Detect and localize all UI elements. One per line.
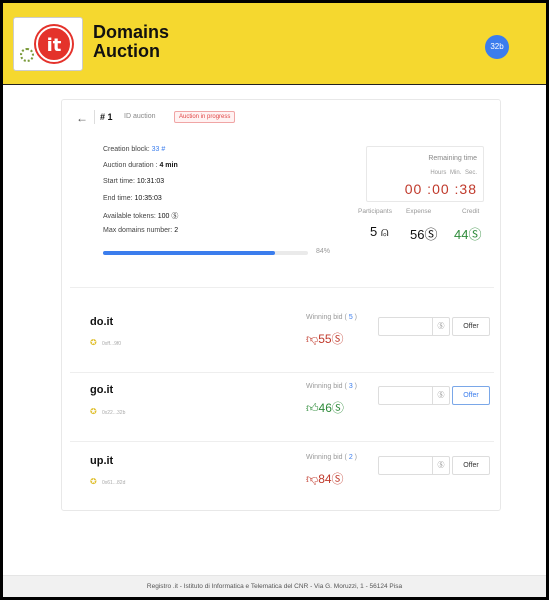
participants-label: Participants <box>358 208 392 215</box>
logo-it-mark: it <box>36 26 72 62</box>
credit-value: 44Ⓢ <box>454 227 482 242</box>
owner-crown-icon: ✪ <box>90 338 97 347</box>
winning-bid-label: Winning bid ( 3 ) <box>306 383 357 390</box>
status-badge: Auction in progress <box>174 111 236 123</box>
bid-count: 3 <box>348 383 353 390</box>
max-domains-value: 2 <box>174 227 179 234</box>
owner-crown-icon: ✪ <box>90 407 97 416</box>
logo-dots-icon <box>20 48 34 62</box>
creation-block-link[interactable]: 33 # <box>152 146 166 153</box>
expense-value: 56Ⓢ <box>410 227 438 242</box>
bid-amount: 84Ⓢ <box>318 472 344 486</box>
remaining-time-title: Remaining time <box>428 155 477 162</box>
winning-bid-value: 👎︎55Ⓢ <box>306 330 344 347</box>
progress-fill <box>103 251 276 255</box>
auction-progress-bar <box>103 251 308 255</box>
winning-bid-label: Winning bid ( 2 ) <box>306 454 357 461</box>
app-title-line1: Domains <box>93 22 170 42</box>
offer-button[interactable]: Offer <box>452 317 490 336</box>
winning-bid-text: Winning bid ( <box>306 454 347 461</box>
remaining-time-clock: 00 :00 :38 <box>404 181 477 197</box>
duration-value: 4 min <box>159 162 178 169</box>
winning-bid-text: Winning bid ( <box>306 314 347 321</box>
offer-button[interactable]: Offer <box>452 386 490 405</box>
participants-value: 5 ⍝ <box>370 224 389 239</box>
currency-icon: Ⓢ <box>432 387 449 404</box>
tokens-row: Available tokens: 100 Ⓢ <box>103 211 178 221</box>
page-footer: Registro .it - Istituto di Informatica e… <box>3 575 546 597</box>
user-avatar-badge[interactable]: 32b <box>485 35 509 59</box>
start-time-label: Start time: <box>103 178 135 185</box>
creation-block-label: Creation block: <box>103 146 150 153</box>
start-time-value: 10:31:03 <box>136 178 165 185</box>
end-time-row: End time: 10:35:03 <box>103 195 162 202</box>
app-window: it Domains Auction 32b ← # 1 ID auction … <box>3 3 546 597</box>
tokens-value: 100 Ⓢ <box>157 213 179 220</box>
progress-percent: 84% <box>316 248 331 255</box>
owner-address: 0xff...9f0 <box>102 341 122 347</box>
bid-input[interactable]: Ⓢ <box>378 317 450 336</box>
bid-amount: 55Ⓢ <box>318 332 344 346</box>
start-time-row: Start time: 10:31:03 <box>103 178 164 185</box>
bid-input[interactable]: Ⓢ <box>378 456 450 475</box>
thumb-down-icon: 👎︎ <box>306 472 319 486</box>
tokens-label: Available tokens: <box>103 213 156 220</box>
auction-id-label: ID auction <box>124 113 156 120</box>
section-divider <box>70 287 494 288</box>
winning-bid-label: Winning bid ( 5 ) <box>306 314 357 321</box>
back-arrow-icon[interactable]: ← <box>76 111 88 125</box>
auction-number: # 1 <box>100 112 113 122</box>
max-domains-row: Max domains number: 2 <box>103 227 178 234</box>
end-time-value: 10:35:03 <box>134 195 162 202</box>
remaining-time-box: Remaining time Hours Min. Sec. 00 :00 :3… <box>366 146 484 202</box>
winning-bid-text: Winning bid ( <box>306 383 347 390</box>
duration-label: Auction duration : <box>103 162 158 169</box>
bid-amount: 46Ⓢ <box>318 401 344 415</box>
owner-address: 0x22...32b <box>102 410 126 416</box>
divider <box>94 110 95 124</box>
domain-name: do.it <box>90 316 114 328</box>
bid-count: 2 <box>348 454 353 461</box>
bid-count: 5 <box>348 314 353 321</box>
registro-it-logo[interactable]: it <box>13 17 83 71</box>
app-title: Domains Auction <box>93 23 169 61</box>
offer-button[interactable]: Offer <box>452 456 490 475</box>
winning-bid-value: 👎︎84Ⓢ <box>306 470 344 487</box>
creation-block-row: Creation block: 33 # <box>103 146 165 153</box>
max-domains-label: Max domains number: <box>103 227 173 234</box>
header-bar: it Domains Auction 32b <box>3 3 546 85</box>
duration-row: Auction duration : 4 min <box>103 162 178 169</box>
currency-icon: Ⓢ <box>432 457 449 474</box>
currency-icon: Ⓢ <box>432 318 449 335</box>
domain-name: up.it <box>90 455 114 467</box>
end-time-label: End time: <box>103 195 133 202</box>
expense-label: Expense <box>406 208 432 215</box>
auction-card: ← # 1 ID auction Auction in progress Cre… <box>61 99 501 511</box>
thumb-down-icon: 👎︎ <box>306 332 319 346</box>
domain-name: go.it <box>90 384 114 396</box>
winning-bid-value: 👍︎46Ⓢ <box>306 399 344 416</box>
credit-label: Credit <box>462 208 480 215</box>
remaining-time-units: Hours Min. Sec. <box>430 170 477 176</box>
owner-address: 0x61...82d <box>102 480 126 486</box>
app-title-line2: Auction <box>93 41 160 61</box>
bid-input[interactable]: Ⓢ <box>378 386 450 405</box>
thumb-up-icon: 👍︎ <box>306 401 319 415</box>
row-divider <box>70 441 494 442</box>
row-divider <box>70 372 494 373</box>
owner-crown-icon: ✪ <box>90 477 97 486</box>
